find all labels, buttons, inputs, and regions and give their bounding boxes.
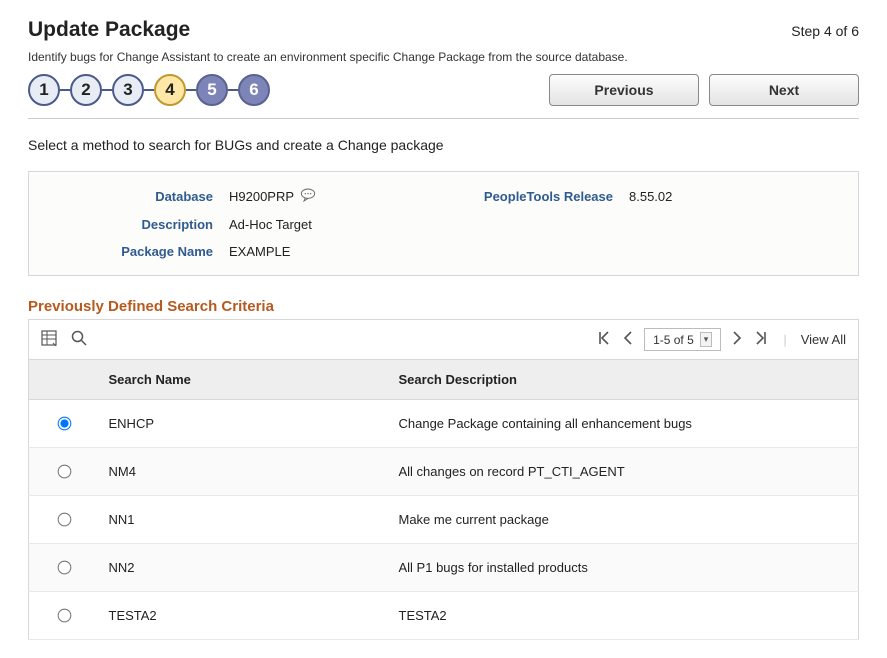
- instruction-text: Select a method to search for BUGs and c…: [28, 137, 859, 153]
- description-value: Ad-Hoc Target: [229, 217, 449, 232]
- wizard-step-4[interactable]: 4: [154, 74, 186, 106]
- first-page-icon: [596, 330, 612, 349]
- view-all-link[interactable]: View All: [801, 332, 846, 347]
- comment-icon[interactable]: [300, 188, 316, 205]
- row-select-radio[interactable]: [58, 465, 72, 479]
- col-select: [29, 360, 99, 400]
- pkgname-label: Package Name: [49, 244, 229, 259]
- search-icon[interactable]: [71, 330, 87, 349]
- search-desc-cell: All changes on record PT_CTI_AGENT: [389, 448, 859, 496]
- chevron-down-icon: ▾: [700, 332, 713, 347]
- prev-page-icon: [620, 330, 636, 349]
- table-row: TESTA2TESTA2: [29, 592, 859, 640]
- next-button[interactable]: Next: [709, 74, 859, 106]
- grid-settings-icon[interactable]: [41, 330, 57, 349]
- last-page-icon: [753, 330, 769, 349]
- col-search-desc: Search Description: [389, 360, 859, 400]
- step-connector: [60, 89, 70, 91]
- row-select-radio[interactable]: [58, 417, 72, 431]
- step-connector: [102, 89, 112, 91]
- search-desc-cell: Change Package containing all enhancemen…: [389, 400, 859, 448]
- page-range-text: 1-5 of 5: [653, 333, 694, 347]
- description-label: Description: [49, 217, 229, 232]
- pkgname-value: EXAMPLE: [229, 244, 449, 259]
- table-row: ENHCPChange Package containing all enhan…: [29, 400, 859, 448]
- wizard-step-1[interactable]: 1: [28, 74, 60, 106]
- ptrelease-value: 8.55.02: [629, 189, 838, 204]
- next-page-icon: [729, 330, 745, 349]
- page-range-dropdown[interactable]: 1-5 of 5 ▾: [644, 328, 721, 351]
- row-select-radio[interactable]: [58, 513, 72, 527]
- grid-toolbar: 1-5 of 5 ▾ | View All: [28, 319, 859, 359]
- row-select-radio[interactable]: [58, 561, 72, 575]
- step-connector: [186, 89, 196, 91]
- row-select-radio[interactable]: [58, 609, 72, 623]
- table-row: NN2All P1 bugs for installed products: [29, 544, 859, 592]
- wizard-steps: 123456: [28, 74, 270, 106]
- wizard-step-2[interactable]: 2: [70, 74, 102, 106]
- search-name-cell: NN1: [99, 496, 389, 544]
- page-subtitle: Identify bugs for Change Assistant to cr…: [28, 50, 859, 64]
- table-row: NN1Make me current package: [29, 496, 859, 544]
- wizard-step-6[interactable]: 6: [238, 74, 270, 106]
- wizard-step-5[interactable]: 5: [196, 74, 228, 106]
- step-connector: [228, 89, 238, 91]
- col-search-name: Search Name: [99, 360, 389, 400]
- package-info-box: Database H9200PRP PeopleTools Release 8.…: [28, 171, 859, 276]
- page-title: Update Package: [28, 18, 190, 42]
- table-row: NM4All changes on record PT_CTI_AGENT: [29, 448, 859, 496]
- search-name-cell: NN2: [99, 544, 389, 592]
- database-value: H9200PRP: [229, 189, 294, 204]
- divider: [28, 118, 859, 119]
- criteria-table: Search Name Search Description ENHCPChan…: [28, 359, 859, 640]
- search-name-cell: TESTA2: [99, 592, 389, 640]
- previous-button[interactable]: Previous: [549, 74, 699, 106]
- ptrelease-label: PeopleTools Release: [449, 189, 629, 204]
- step-indicator: Step 4 of 6: [791, 23, 859, 39]
- search-name-cell: NM4: [99, 448, 389, 496]
- search-name-cell: ENHCP: [99, 400, 389, 448]
- database-label: Database: [49, 189, 229, 204]
- wizard-step-3[interactable]: 3: [112, 74, 144, 106]
- search-desc-cell: TESTA2: [389, 592, 859, 640]
- criteria-heading: Previously Defined Search Criteria: [28, 298, 859, 315]
- search-desc-cell: All P1 bugs for installed products: [389, 544, 859, 592]
- search-desc-cell: Make me current package: [389, 496, 859, 544]
- step-connector: [144, 89, 154, 91]
- toolbar-separator: |: [783, 332, 786, 347]
